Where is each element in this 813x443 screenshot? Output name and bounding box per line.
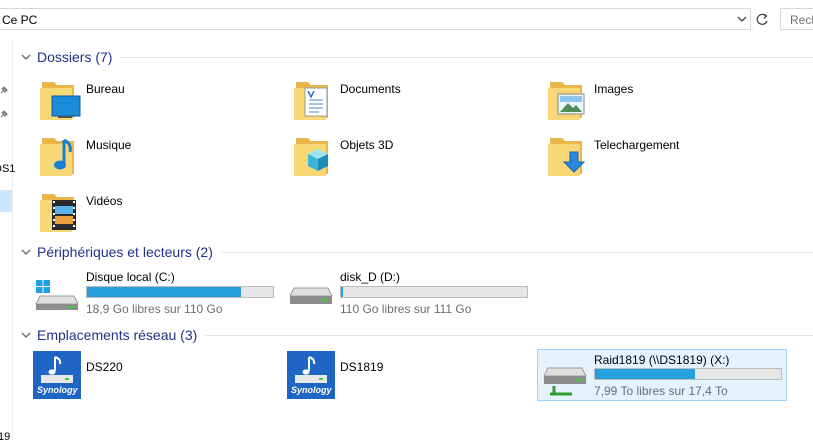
synology-icon: Synology [33, 351, 81, 399]
drive-free-space: 7,99 To libres sur 17,4 To [594, 384, 728, 398]
desktop-folder-icon [38, 76, 82, 122]
network-drive-item[interactable]: Raid1819 (\\DS1819) (X:) 7,99 To libres … [537, 349, 787, 401]
group-divider [220, 251, 813, 253]
drive-usage-fill [87, 287, 241, 297]
network-location-name: DS1819 [340, 360, 384, 374]
downloads-folder-icon [546, 132, 590, 178]
documents-folder-icon [292, 76, 336, 122]
group-header-folders[interactable]: Dossiers (7) [21, 49, 813, 65]
chevron-down-icon[interactable] [21, 330, 31, 340]
folder-item[interactable]: Objets 3D [292, 132, 532, 180]
group-divider [205, 334, 813, 336]
drive-usage-bar [86, 286, 274, 298]
synology-logo-text: Synology [37, 385, 78, 395]
folder-name: Musique [86, 138, 132, 152]
drive-free-space: 18,9 Go libres sur 110 Go [86, 302, 223, 316]
drive-name: disk_D (D:) [340, 270, 401, 284]
group-header-devices[interactable]: Périphériques et lecteurs (2) [21, 244, 813, 260]
chevron-down-icon[interactable] [21, 52, 31, 62]
folder-item[interactable]: Vidéos [38, 188, 278, 236]
folder-name: Telechargement [594, 138, 680, 152]
folder-name: Documents [340, 82, 401, 96]
pin-icon [0, 110, 8, 118]
refresh-button[interactable] [754, 8, 771, 30]
folder-name: Images [594, 82, 634, 96]
address-bar[interactable]: Ce PC [0, 8, 751, 30]
drive-name: Disque local (C:) [86, 270, 175, 284]
folder-item[interactable]: Documents [292, 76, 532, 124]
drive-usage-bar [340, 286, 528, 298]
drive-usage-bar [594, 368, 782, 380]
drive-usage-fill [341, 287, 343, 297]
synology-logo-text: Synology [291, 385, 332, 395]
music-folder-icon [38, 132, 82, 178]
nav-item-partial[interactable]: DS1 [0, 163, 15, 175]
network-location-item[interactable]: Synology DS220 [33, 351, 273, 401]
folder-name: Objets 3D [340, 138, 394, 152]
network-location-item[interactable]: Synology DS1819 [287, 351, 527, 401]
folder-name: Vidéos [86, 194, 123, 208]
network-location-name: DS220 [86, 360, 123, 374]
chevron-down-icon[interactable] [21, 247, 31, 257]
address-path[interactable]: Ce PC [2, 13, 37, 27]
pictures-folder-icon [546, 76, 590, 122]
folder-item[interactable]: Images [546, 76, 786, 124]
folder-item[interactable]: Bureau [38, 76, 278, 124]
synology-icon: Synology [287, 351, 335, 399]
navigation-pane[interactable] [0, 40, 13, 439]
nav-selected-item[interactable] [0, 190, 12, 212]
drive-item[interactable]: Disque local (C:) 18,9 Go libres sur 110… [34, 268, 284, 316]
group-title: Dossiers (7) [37, 49, 113, 65]
pin-icon [0, 86, 8, 94]
videos-folder-icon [38, 188, 82, 234]
windows-drive-icon [34, 278, 80, 312]
network-drive-name: Raid1819 (\\DS1819) (X:) [594, 353, 730, 367]
group-title: Emplacements réseau (3) [37, 327, 198, 343]
folder-name: Bureau [86, 82, 125, 96]
folder-item[interactable]: Musique [38, 132, 278, 180]
group-title: Périphériques et lecteurs (2) [37, 244, 213, 260]
3d-objects-folder-icon [292, 132, 336, 178]
drive-free-space: 110 Go libres sur 111 Go [340, 302, 472, 316]
group-header-network[interactable]: Emplacements réseau (3) [21, 327, 813, 343]
folder-item[interactable]: Telechargement [546, 132, 786, 180]
drive-item[interactable]: disk_D (D:) 110 Go libres sur 111 Go [288, 268, 538, 316]
nav-item-partial[interactable]: 19 [0, 431, 10, 443]
hard-drive-icon [288, 284, 334, 310]
group-divider [120, 56, 813, 58]
address-dropdown-chevron-icon[interactable] [736, 12, 748, 26]
network-drive-icon [542, 364, 588, 398]
drive-usage-fill [595, 369, 696, 379]
search-input[interactable]: Rech [780, 8, 813, 30]
